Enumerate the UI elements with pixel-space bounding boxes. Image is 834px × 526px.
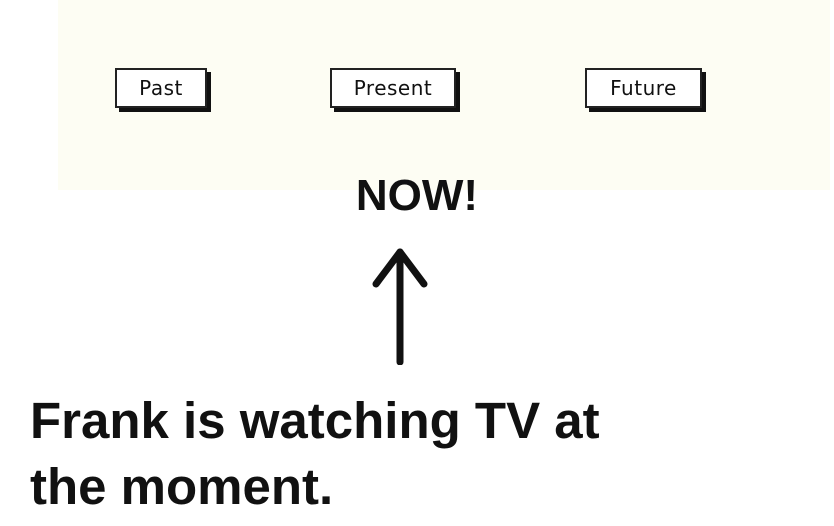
now-label: NOW! bbox=[355, 171, 479, 220]
example-sentence-line-2: the moment. bbox=[30, 458, 334, 515]
diagram-canvas: Past Present Future NOW! Frank is watchi… bbox=[0, 0, 834, 526]
example-sentence: Frank is watching TV at the moment. bbox=[30, 388, 820, 520]
up-arrow-icon bbox=[372, 248, 428, 365]
timeline-label-past: Past bbox=[115, 68, 207, 108]
example-sentence-line-1: Frank is watching TV at bbox=[30, 392, 600, 449]
timeline-label-present: Present bbox=[330, 68, 456, 108]
timeline-label-future: Future bbox=[585, 68, 702, 108]
